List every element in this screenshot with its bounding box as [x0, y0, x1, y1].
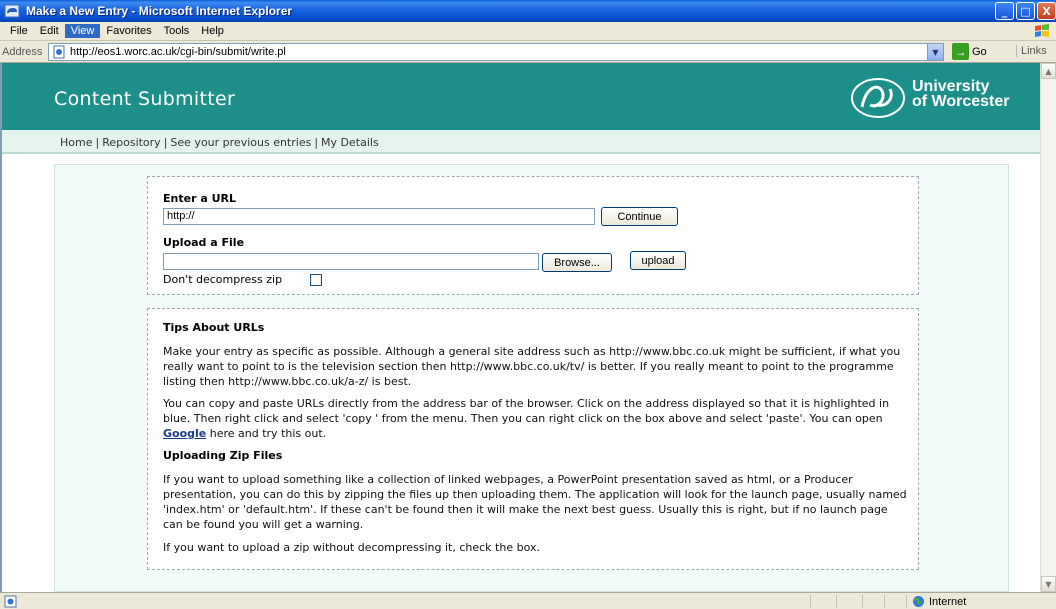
menu-edit[interactable]: Edit: [34, 24, 65, 38]
nav-previous-entries[interactable]: See your previous entries: [170, 136, 311, 149]
maximize-button[interactable]: □: [1016, 2, 1035, 20]
nav-my-details[interactable]: My Details: [321, 136, 379, 149]
site-title: Content Submitter: [54, 88, 236, 110]
nav-repository[interactable]: Repository: [102, 136, 161, 149]
browse-button[interactable]: Browse...: [542, 253, 612, 272]
university-logo-icon: [851, 78, 905, 118]
menu-tools[interactable]: Tools: [158, 24, 196, 38]
tips-zip-heading: Uploading Zip Files: [163, 449, 283, 462]
page-icon: [53, 45, 65, 59]
menu-view[interactable]: View: [64, 24, 101, 38]
url-label: Enter a URL: [163, 192, 236, 205]
close-button[interactable]: X: [1037, 2, 1056, 20]
window-title: Make a New Entry - Microsoft Internet Ex…: [26, 4, 293, 18]
minimize-button[interactable]: _: [995, 2, 1014, 20]
ie-icon: [4, 4, 20, 18]
address-url: http://eos1.worc.ac.uk/cgi-bin/submit/wr…: [70, 46, 286, 58]
upload-button[interactable]: upload: [630, 251, 686, 270]
menu-file[interactable]: File: [4, 24, 34, 38]
status-divider: [884, 595, 885, 608]
address-input[interactable]: http://eos1.worc.ac.uk/cgi-bin/submit/wr…: [48, 43, 944, 61]
globe-icon: [913, 596, 924, 607]
university-name-line2: of Worcester: [912, 93, 1010, 110]
browser-viewport: Content Submitter University of Worceste…: [0, 63, 1056, 592]
go-arrow-icon: →: [952, 43, 969, 60]
status-divider: [906, 595, 907, 608]
nodecompress-label: Don't decompress zip: [163, 273, 283, 286]
status-divider: [836, 595, 837, 608]
submit-form: Enter a URL http:// Continue Upload a Fi…: [147, 176, 919, 295]
links-toolbar[interactable]: Links: [1016, 45, 1047, 57]
university-name-line1: University: [912, 78, 990, 95]
menu-help[interactable]: Help: [195, 24, 230, 38]
nav-separator: |: [95, 136, 100, 149]
content-panel: Enter a URL http:// Continue Upload a Fi…: [54, 164, 1009, 592]
security-zone: Internet: [912, 595, 966, 608]
scroll-down-icon[interactable]: ▼: [1041, 576, 1056, 592]
zone-label: Internet: [929, 595, 967, 608]
nav-home[interactable]: Home: [60, 136, 92, 149]
tips-paragraph-2-tail: here and try this out.: [206, 427, 327, 440]
window-titlebar: Make a New Entry - Microsoft Internet Ex…: [0, 0, 1056, 22]
status-bar: Internet: [0, 592, 1056, 609]
address-bar: Address http://eos1.worc.ac.uk/cgi-bin/s…: [0, 41, 1056, 63]
tips-paragraph-4: If you want to upload a zip without deco…: [163, 541, 540, 554]
vertical-scrollbar[interactable]: ▲ ▼: [1040, 63, 1056, 592]
go-label: Go: [972, 45, 987, 58]
menu-favorites[interactable]: Favorites: [100, 24, 157, 38]
tips-paragraph-1: Make your entry as specific as possible.…: [163, 345, 901, 388]
site-nav: Home | Repository | See your previous entrie…: [2, 130, 1042, 154]
address-label: Address: [2, 45, 43, 58]
nav-separator: |: [163, 136, 168, 149]
scroll-up-icon[interactable]: ▲: [1041, 63, 1056, 79]
windows-flag-icon: [1035, 24, 1049, 37]
tips-paragraph-2: You can copy and paste URLs directly fro…: [163, 396, 908, 441]
tips-paragraph-2-text: You can copy and paste URLs directly fro…: [163, 397, 890, 425]
nav-separator: |: [314, 136, 319, 149]
menu-bar: File Edit View Favorites Tools Help: [0, 22, 1056, 41]
google-link[interactable]: Google: [163, 427, 206, 440]
status-page-icon: [4, 595, 17, 608]
tips-paragraph-3: If you want to upload something like a c…: [163, 473, 907, 531]
file-input[interactable]: [163, 253, 539, 270]
upload-label: Upload a File: [163, 236, 245, 249]
go-button[interactable]: → Go: [952, 43, 987, 60]
url-input[interactable]: http://: [163, 208, 595, 225]
tips-panel: Tips About URLs Make your entry as speci…: [147, 308, 919, 570]
nodecompress-checkbox[interactable]: [310, 274, 322, 286]
university-name: University of Worcester: [912, 78, 1010, 110]
site-header: Content Submitter University of Worceste…: [2, 63, 1042, 130]
tips-urls-heading: Tips About URLs: [163, 321, 265, 334]
nav-links: Home | Repository | See your previous entrie…: [60, 136, 379, 149]
continue-button[interactable]: Continue: [601, 207, 678, 226]
status-divider: [810, 595, 811, 608]
address-dropdown-icon[interactable]: ▼: [927, 44, 943, 60]
window-controls: _ □ X: [995, 2, 1056, 20]
status-divider: [862, 595, 863, 608]
